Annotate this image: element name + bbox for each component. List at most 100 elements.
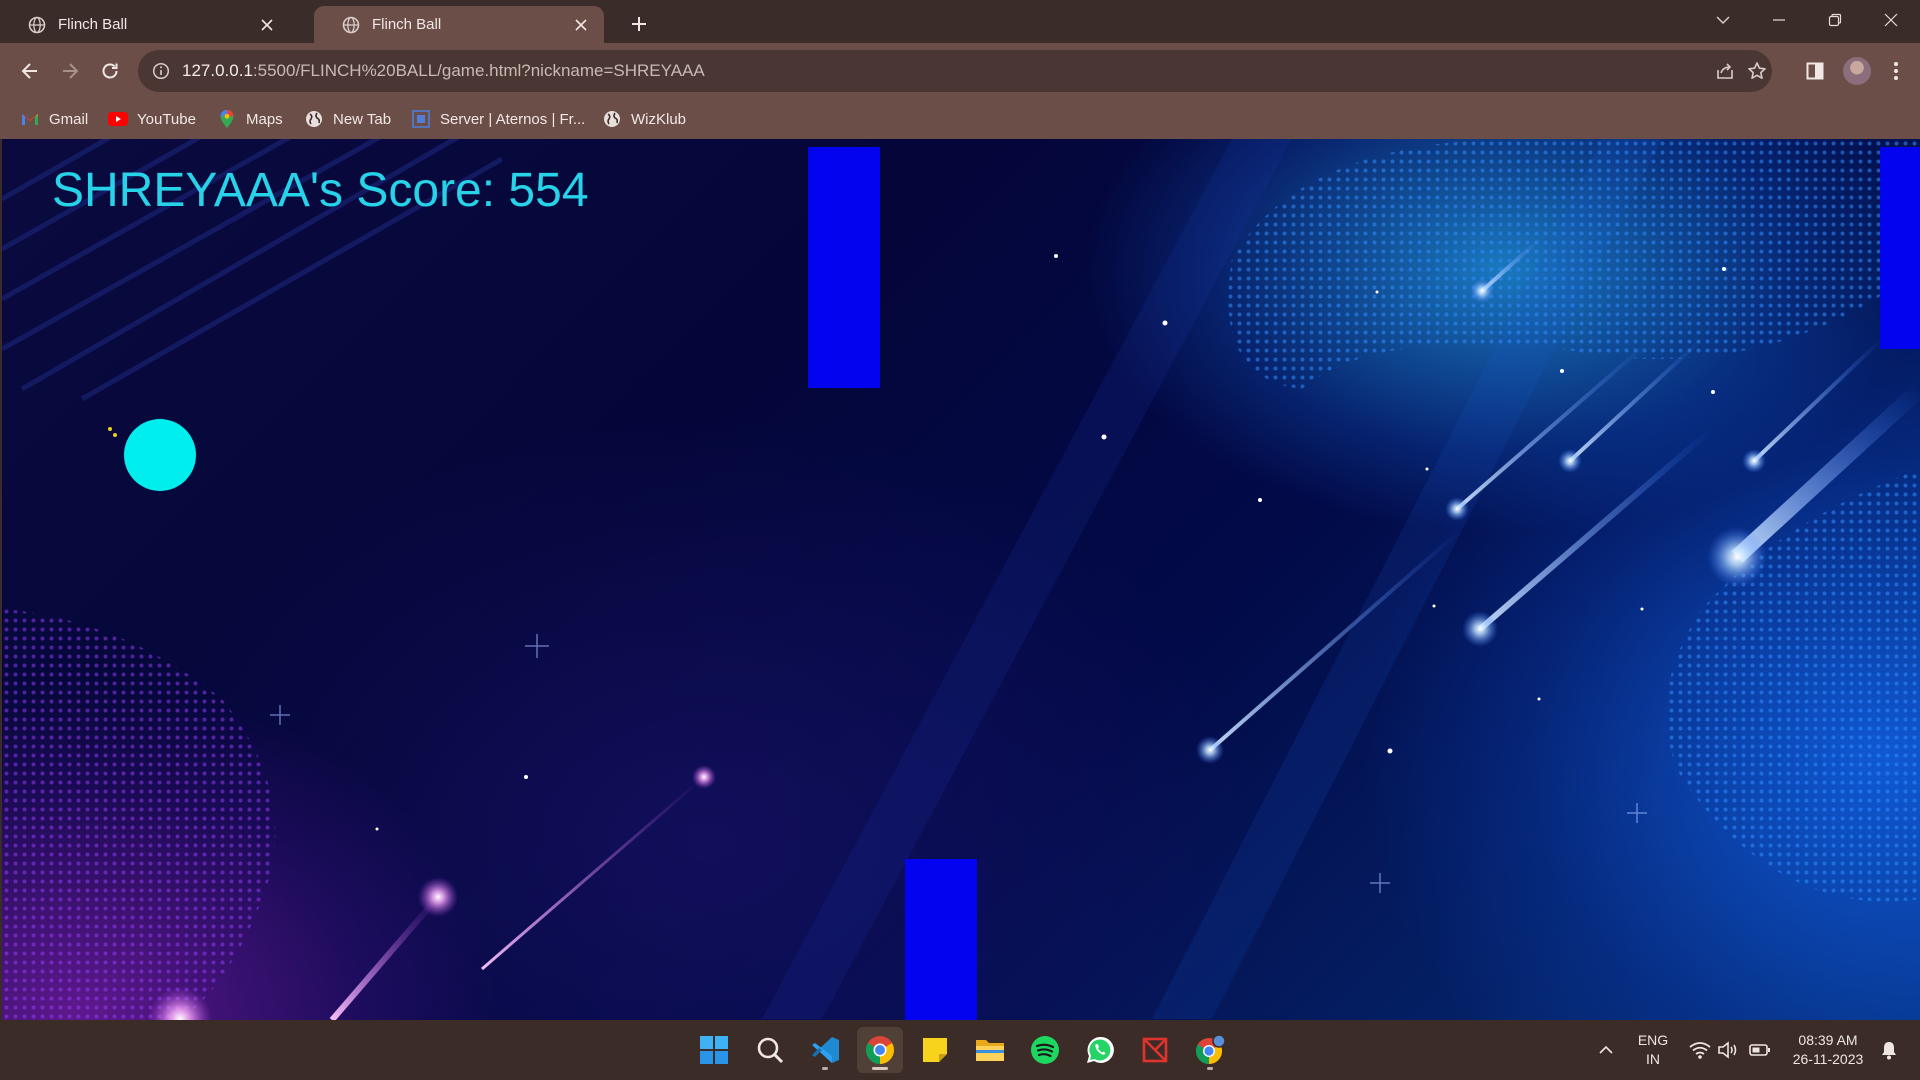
app-icon bbox=[1142, 1037, 1168, 1063]
vscode-icon bbox=[812, 1037, 839, 1063]
close-window-button[interactable] bbox=[1863, 0, 1919, 40]
ball-trail bbox=[108, 427, 117, 437]
tab-strip: Flinch Ball Flinch Ball bbox=[0, 0, 1920, 43]
bookmark-new-tab[interactable]: New Tab bbox=[304, 99, 391, 139]
bookmark-gmail[interactable]: Gmail bbox=[20, 99, 88, 139]
reload-button[interactable] bbox=[92, 53, 128, 89]
file-explorer-icon bbox=[976, 1040, 1004, 1061]
chrome-icon bbox=[866, 1036, 894, 1064]
pipe-top bbox=[1880, 147, 1920, 349]
bookmark-label: YouTube bbox=[137, 110, 196, 128]
taskbar-sticky-notes[interactable] bbox=[912, 1027, 958, 1073]
pipe-top bbox=[808, 147, 880, 388]
gmail-icon bbox=[20, 109, 40, 129]
taskbar-spotify[interactable] bbox=[1022, 1027, 1068, 1073]
maps-icon bbox=[217, 109, 237, 129]
date-text: 26-11-2023 bbox=[1792, 1051, 1864, 1067]
start-icon bbox=[700, 1036, 728, 1064]
taskbar-whatsapp[interactable] bbox=[1077, 1027, 1123, 1073]
notification-bell-icon[interactable] bbox=[1878, 1039, 1900, 1061]
globe-icon bbox=[28, 16, 46, 34]
bookmark-label: WizKlub bbox=[631, 110, 687, 128]
search-icon bbox=[757, 1037, 784, 1064]
bookmark-maps[interactable]: Maps bbox=[217, 99, 283, 139]
running-indicator bbox=[1207, 1067, 1213, 1070]
windows-taskbar: ENG IN 08:39 AM 26-11-2023 bbox=[0, 1020, 1920, 1080]
close-icon bbox=[1884, 13, 1898, 27]
language-indicator[interactable]: ENG IN bbox=[1630, 1031, 1676, 1069]
battery-icon[interactable] bbox=[1749, 1039, 1771, 1061]
restore-button[interactable] bbox=[1807, 0, 1863, 40]
url-path: :5500/FLINCH%20BALL/game.html?nickname=S… bbox=[252, 61, 705, 80]
plus-icon bbox=[632, 17, 646, 31]
forward-button[interactable] bbox=[52, 53, 88, 89]
chevron-down-icon bbox=[1716, 16, 1730, 25]
arrow-right-icon bbox=[63, 63, 79, 79]
url-text: 127.0.0.1:5500/FLINCH%20BALL/game.html?n… bbox=[182, 61, 705, 81]
bookmark-label: Gmail bbox=[49, 110, 89, 128]
clock[interactable]: 08:39 AM 26-11-2023 bbox=[1780, 1031, 1876, 1069]
chevron-up-icon bbox=[1599, 1045, 1613, 1054]
taskbar-chrome-profile[interactable] bbox=[1187, 1027, 1233, 1073]
running-indicator bbox=[872, 1067, 888, 1070]
reload-icon bbox=[102, 63, 118, 79]
pipe-bottom bbox=[905, 859, 977, 1020]
share-icon[interactable] bbox=[1712, 58, 1738, 84]
menu-button[interactable] bbox=[1878, 53, 1914, 89]
aternos-icon bbox=[411, 109, 431, 129]
side-panel-button[interactable] bbox=[1797, 53, 1833, 89]
bookmark-label: Server | Aternos | Fr... bbox=[440, 110, 586, 128]
globe-icon bbox=[304, 109, 324, 129]
minimize-icon bbox=[1773, 19, 1785, 21]
tab-flinch-ball-1[interactable]: Flinch Ball bbox=[0, 6, 290, 43]
tab-flinch-ball-2[interactable]: Flinch Ball bbox=[314, 6, 604, 43]
taskbar-chrome[interactable] bbox=[857, 1027, 903, 1073]
bookmark-star-icon[interactable] bbox=[1744, 58, 1770, 84]
close-tab-icon[interactable] bbox=[256, 14, 278, 36]
running-indicator bbox=[822, 1067, 828, 1070]
whatsapp-icon bbox=[1087, 1036, 1114, 1063]
more-vertical-icon bbox=[1894, 62, 1898, 80]
start-button[interactable] bbox=[691, 1027, 737, 1073]
side-panel-icon bbox=[1806, 62, 1824, 80]
globe-icon bbox=[342, 16, 360, 34]
arrow-left-icon bbox=[21, 63, 37, 79]
close-tab-icon[interactable] bbox=[570, 14, 592, 36]
bookmark-aternos[interactable]: Server | Aternos | Fr... bbox=[411, 99, 585, 139]
minimize-button[interactable] bbox=[1751, 0, 1807, 40]
wifi-icon[interactable] bbox=[1689, 1039, 1711, 1061]
player-ball bbox=[124, 419, 196, 491]
language-text: ENG bbox=[1637, 1032, 1669, 1048]
bookmark-label: Maps bbox=[246, 110, 283, 128]
browser-toolbar: 127.0.0.1:5500/FLINCH%20BALL/game.html?n… bbox=[0, 43, 1920, 139]
bookmark-label: New Tab bbox=[333, 110, 392, 128]
info-icon[interactable] bbox=[152, 62, 170, 80]
show-hidden-icons-button[interactable] bbox=[1595, 1039, 1617, 1061]
back-button[interactable] bbox=[12, 53, 48, 89]
bookmark-wizklub[interactable]: WizKlub bbox=[602, 99, 686, 139]
time-text: 08:39 AM bbox=[1798, 1032, 1858, 1048]
bookmarks-bar: Gmail YouTube Maps New Tab Server | Ater… bbox=[0, 99, 1920, 139]
url-host: 127.0.0.1 bbox=[182, 61, 253, 80]
score-display: SHREYAAA's Score: 554 bbox=[52, 164, 589, 217]
volume-icon[interactable] bbox=[1717, 1039, 1739, 1061]
tab-title: Flinch Ball bbox=[372, 16, 442, 33]
spotify-icon bbox=[1031, 1036, 1059, 1064]
game-canvas[interactable]: SHREYAAA's Score: 554 bbox=[2, 139, 1920, 1020]
new-tab-button[interactable] bbox=[624, 9, 654, 39]
bookmark-youtube[interactable]: YouTube bbox=[108, 99, 196, 139]
region-text: IN bbox=[1646, 1051, 1660, 1067]
tab-search-button[interactable] bbox=[1695, 0, 1751, 40]
profile-avatar[interactable] bbox=[1843, 57, 1871, 85]
taskbar-app[interactable] bbox=[1132, 1027, 1178, 1073]
youtube-icon bbox=[108, 109, 128, 129]
sticky-notes-icon bbox=[923, 1038, 947, 1062]
taskbar-vscode[interactable] bbox=[802, 1027, 848, 1073]
taskbar-file-explorer[interactable] bbox=[967, 1027, 1013, 1073]
restore-icon bbox=[1828, 13, 1842, 27]
address-bar[interactable]: 127.0.0.1:5500/FLINCH%20BALL/game.html?n… bbox=[138, 50, 1772, 92]
tab-title: Flinch Ball bbox=[58, 16, 128, 33]
taskbar-search-button[interactable] bbox=[747, 1027, 793, 1073]
chrome-profile-icon bbox=[1195, 1034, 1226, 1065]
globe-icon bbox=[602, 109, 622, 129]
